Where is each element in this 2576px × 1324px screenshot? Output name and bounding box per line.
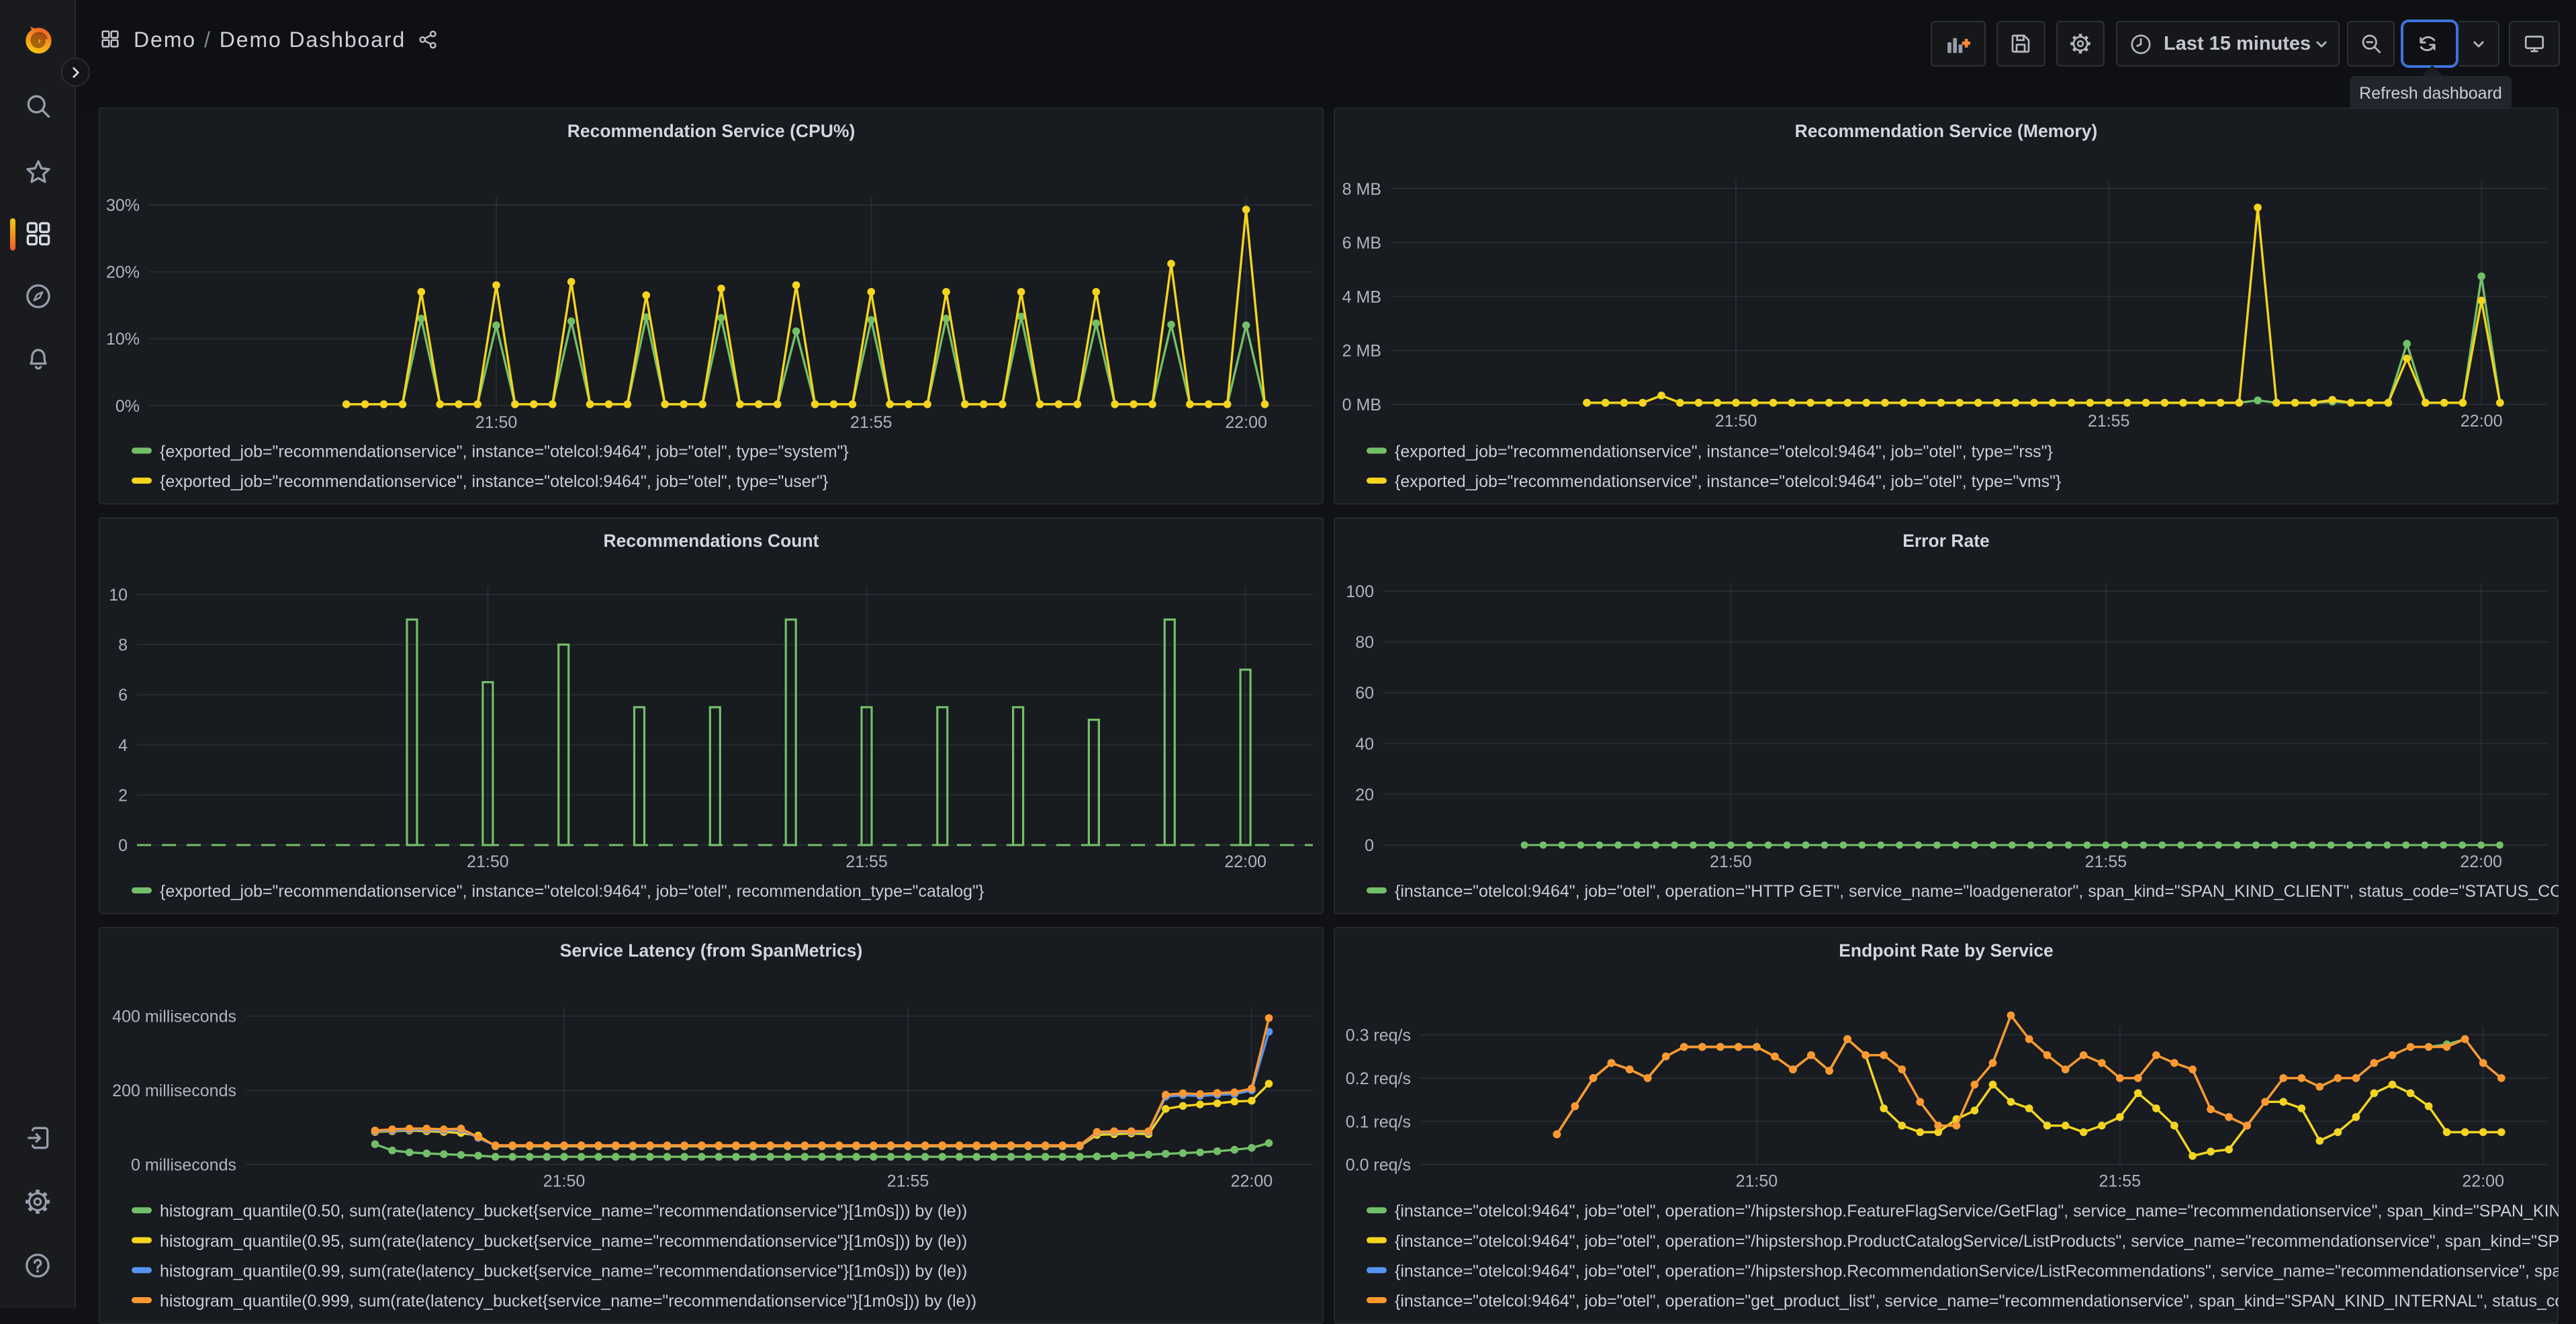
- svg-text:Recommendation Service (CPU%): Recommendation Service (CPU%): [567, 121, 856, 141]
- svg-text:100: 100: [1346, 582, 1374, 601]
- svg-text:21:55: 21:55: [850, 413, 892, 432]
- svg-text:0.2 req/s: 0.2 req/s: [1346, 1069, 1411, 1088]
- svg-text:21:50: 21:50: [543, 1172, 586, 1191]
- svg-text:40: 40: [1355, 735, 1374, 754]
- svg-text:21:55: 21:55: [887, 1172, 929, 1191]
- svg-text:{exported_job="recommendations: {exported_job="recommendationservice", i…: [160, 472, 828, 491]
- svg-text:20: 20: [1355, 785, 1374, 804]
- svg-text:0.3 req/s: 0.3 req/s: [1346, 1026, 1411, 1045]
- svg-text:6 MB: 6 MB: [1342, 234, 1381, 253]
- svg-text:6: 6: [118, 686, 128, 705]
- svg-text:30%: 30%: [106, 196, 140, 215]
- svg-text:2 MB: 2 MB: [1342, 342, 1381, 361]
- svg-text:0: 0: [118, 836, 128, 855]
- svg-text:0.1 req/s: 0.1 req/s: [1346, 1112, 1411, 1131]
- svg-text:80: 80: [1355, 633, 1374, 652]
- svg-text:60: 60: [1355, 684, 1374, 703]
- svg-text:21:50: 21:50: [1736, 1172, 1778, 1191]
- svg-text:22:00: 22:00: [1224, 852, 1267, 871]
- svg-text:histogram_quantile(0.95, sum(r: histogram_quantile(0.95, sum(rate(latenc…: [160, 1232, 967, 1251]
- svg-text:21:50: 21:50: [1710, 852, 1752, 871]
- svg-text:{exported_job="recommendations: {exported_job="recommendationservice", i…: [1395, 472, 2061, 491]
- svg-text:{instance="otelcol:9464", job=: {instance="otelcol:9464", job="otel", op…: [1395, 1202, 2559, 1221]
- svg-text:22:00: 22:00: [2460, 412, 2503, 431]
- svg-text:{exported_job="recommendations: {exported_job="recommendationservice", i…: [160, 442, 849, 461]
- svg-text:0 MB: 0 MB: [1342, 396, 1381, 414]
- svg-text:22:00: 22:00: [1231, 1172, 1273, 1191]
- svg-text:22:00: 22:00: [2460, 852, 2502, 871]
- svg-text:Service Latency (from SpanMetr: Service Latency (from SpanMetrics): [560, 940, 863, 961]
- svg-text:8 MB: 8 MB: [1342, 180, 1381, 199]
- svg-text:4: 4: [118, 736, 128, 755]
- svg-text:{instance="otelcol:9464", job=: {instance="otelcol:9464", job="otel", op…: [1395, 1232, 2559, 1251]
- svg-text:0.0 req/s: 0.0 req/s: [1346, 1156, 1411, 1175]
- svg-text:Recommendation Service (Memory: Recommendation Service (Memory): [1795, 121, 2098, 141]
- svg-text:4 MB: 4 MB: [1342, 288, 1381, 306]
- svg-text:histogram_quantile(0.999, sum(: histogram_quantile(0.999, sum(rate(laten…: [160, 1292, 976, 1311]
- svg-text:histogram_quantile(0.99, sum(r: histogram_quantile(0.99, sum(rate(latenc…: [160, 1262, 967, 1280]
- svg-text:{exported_job="recommendations: {exported_job="recommendationservice", i…: [160, 882, 984, 901]
- svg-text:21:55: 21:55: [845, 852, 888, 871]
- svg-text:{instance="otelcol:9464", job=: {instance="otelcol:9464", job="otel", op…: [1395, 1262, 2559, 1280]
- svg-text:0 milliseconds: 0 milliseconds: [131, 1156, 236, 1175]
- svg-text:8: 8: [118, 636, 128, 655]
- svg-text:{instance="otelcol:9464", job=: {instance="otelcol:9464", job="otel", op…: [1395, 882, 2559, 901]
- svg-text:21:55: 21:55: [2085, 852, 2127, 871]
- svg-text:200 milliseconds: 200 milliseconds: [112, 1082, 236, 1100]
- svg-text:22:00: 22:00: [1225, 413, 1267, 432]
- svg-text:Error Rate: Error Rate: [1902, 531, 1990, 551]
- svg-text:{instance="otelcol:9464", job=: {instance="otelcol:9464", job="otel", op…: [1395, 1292, 2559, 1311]
- svg-text:Recommendations Count: Recommendations Count: [604, 531, 819, 551]
- svg-text:22:00: 22:00: [2462, 1172, 2504, 1191]
- svg-text:21:50: 21:50: [475, 413, 518, 432]
- svg-text:Endpoint Rate by Service: Endpoint Rate by Service: [1839, 940, 2054, 961]
- svg-text:histogram_quantile(0.50, sum(r: histogram_quantile(0.50, sum(rate(latenc…: [160, 1202, 967, 1221]
- svg-text:21:50: 21:50: [1715, 412, 1757, 431]
- svg-text:21:55: 21:55: [2088, 412, 2130, 431]
- svg-text:0%: 0%: [116, 397, 140, 416]
- svg-text:2: 2: [118, 786, 128, 805]
- svg-text:400 milliseconds: 400 milliseconds: [112, 1008, 236, 1026]
- svg-text:10%: 10%: [106, 330, 140, 349]
- svg-text:21:55: 21:55: [2099, 1172, 2142, 1191]
- svg-text:21:50: 21:50: [467, 852, 509, 871]
- svg-text:{exported_job="recommendations: {exported_job="recommendationservice", i…: [1395, 442, 2053, 461]
- svg-text:20%: 20%: [106, 263, 140, 282]
- svg-text:0: 0: [1365, 836, 1374, 855]
- svg-text:10: 10: [109, 586, 128, 605]
